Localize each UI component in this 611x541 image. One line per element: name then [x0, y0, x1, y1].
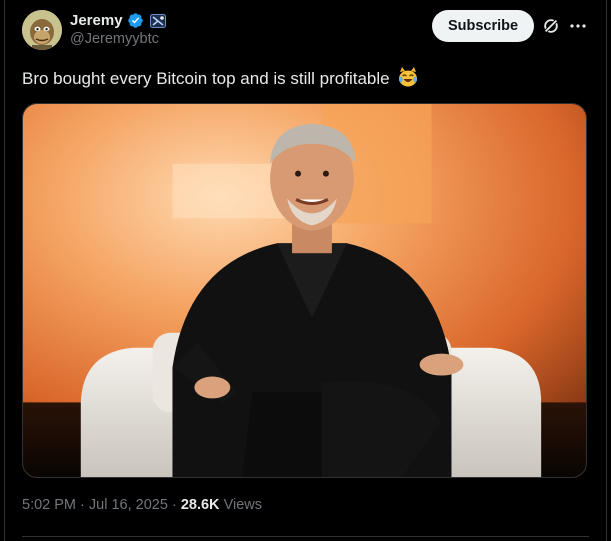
- name-row: Jeremy: [70, 11, 166, 30]
- tweet-meta: 5:02 PM · Jul 16, 2025 · 28.6K Views: [22, 497, 262, 513]
- tweet-media-photo[interactable]: [22, 103, 587, 478]
- tweet-date[interactable]: Jul 16, 2025: [89, 497, 168, 513]
- tweet-text-row: Bro bought every Bitcoin top and is stil…: [22, 66, 419, 90]
- author-block: Jeremy @Jeremyybtc: [70, 11, 166, 47]
- laughing-tears-cat-emoji-icon: [397, 66, 419, 88]
- divider: [22, 536, 589, 537]
- author-handle[interactable]: @Jeremyybtc: [70, 31, 166, 47]
- tweet-header: Jeremy @Jeremyybtc Subscribe: [22, 10, 590, 50]
- photo-man-in-armchair: [23, 104, 586, 477]
- meta-separator: ·: [171, 497, 177, 513]
- more-icon[interactable]: [568, 16, 588, 36]
- views-count: 28.6K: [180, 497, 220, 513]
- views-label: Views: [223, 497, 262, 513]
- verified-icon[interactable]: [127, 12, 144, 29]
- tweet-time[interactable]: 5:02 PM: [22, 497, 76, 513]
- grok-icon[interactable]: [542, 17, 560, 35]
- avatar[interactable]: [22, 10, 62, 50]
- frame-border-right: [606, 0, 607, 541]
- subscribe-button[interactable]: Subscribe: [432, 10, 534, 42]
- frame-border-left: [4, 0, 5, 541]
- display-name[interactable]: Jeremy: [70, 12, 123, 29]
- bored-ape-avatar-icon: [22, 10, 62, 50]
- affiliate-icon[interactable]: [149, 13, 166, 28]
- tweet-text: Bro bought every Bitcoin top and is stil…: [22, 69, 390, 88]
- meta-separator: ·: [80, 497, 85, 513]
